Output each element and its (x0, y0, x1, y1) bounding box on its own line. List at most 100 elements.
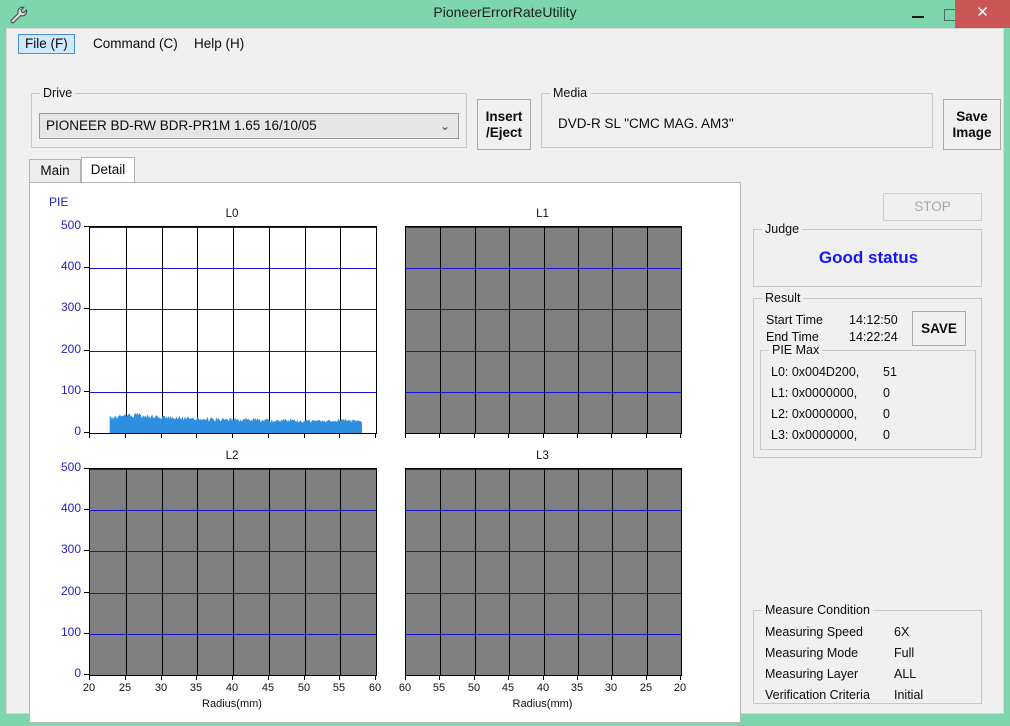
menu-item-help[interactable]: Help (H) (187, 34, 251, 54)
x-axis-tick-label: 45 (261, 682, 275, 694)
x-axis-tick (232, 675, 233, 680)
x-axis-tick (577, 433, 578, 438)
gridline-vertical (578, 469, 579, 675)
y-axis-title: PIE (49, 195, 69, 209)
app-window: PioneerErrorRateUtility ✕ File (F) Comma… (0, 0, 1010, 726)
pie-max-label: L3: 0x0000000, (771, 428, 858, 442)
gridline-vertical (509, 469, 510, 675)
minimize-button[interactable] (902, 0, 934, 28)
x-axis-tick (375, 433, 376, 438)
y-axis-tick-label: 300 (60, 300, 81, 314)
x-axis-tick-label: 45 (501, 682, 515, 694)
menu-item-file[interactable]: File (F) (18, 34, 75, 54)
x-axis-tick (439, 675, 440, 680)
chart-title: L3 (536, 450, 549, 462)
x-axis-tick (232, 433, 233, 438)
drive-select[interactable]: PIONEER BD-RW BDR-PR1M 1.65 16/10/05 ⌄ (39, 113, 459, 139)
gridline-vertical (647, 469, 648, 675)
y-axis-tick-label: 100 (60, 625, 81, 639)
menu-item-command[interactable]: Command (C) (86, 34, 185, 54)
y-axis-tick-label: 400 (60, 501, 81, 515)
x-axis-tick (646, 433, 647, 438)
pie-max-group: PIE Max L0: 0x004D200, 51 L1: 0x0000000, 0 L… (760, 343, 976, 450)
x-axis-tick (339, 675, 340, 680)
x-axis-tick-label: 60 (368, 682, 382, 694)
tab-main[interactable]: Main (29, 159, 81, 183)
chevron-down-icon: ⌄ (439, 119, 450, 133)
y-axis-tick-label: 200 (60, 342, 81, 356)
y-axis-tick (84, 308, 89, 309)
x-axis-tick (508, 433, 509, 438)
gridline-vertical (475, 227, 476, 433)
x-axis-tick (543, 675, 544, 680)
gridline-vertical (162, 469, 163, 675)
gridline-vertical (305, 469, 306, 675)
gridline-vertical (340, 469, 341, 675)
gridline-vertical (197, 469, 198, 675)
tab-detail[interactable]: Detail (81, 157, 135, 183)
gridline-vertical (440, 469, 441, 675)
x-axis-tick (161, 433, 162, 438)
measure-condition-row-value: Initial (894, 688, 924, 702)
pie-max-value: 0 (883, 407, 890, 421)
x-axis-tick (304, 433, 305, 438)
close-button[interactable]: ✕ (955, 0, 1010, 28)
x-axis-tick-label: 35 (189, 682, 203, 694)
x-axis-tick-label: 20 (82, 682, 96, 694)
judge-status: Good status (818, 248, 919, 267)
media-value: DVD-R SL "CMC MAG. AM3" (558, 116, 734, 131)
start-time-value: 14:12:50 (849, 313, 898, 327)
insert-eject-label-2: /Eject (485, 124, 523, 140)
gridline-vertical (233, 469, 234, 675)
x-axis-tick (125, 433, 126, 438)
y-axis-tick (84, 633, 89, 634)
drive-select-value: PIONEER BD-RW BDR-PR1M 1.65 16/10/05 (46, 118, 317, 133)
client-area: File (F) Command (C) Help (H) Drive PION… (6, 28, 1005, 723)
result-group-label: Result (762, 291, 804, 305)
end-time-value: 14:22:24 (849, 330, 898, 344)
stop-button[interactable]: STOP (883, 193, 982, 221)
x-axis-tick (474, 433, 475, 438)
gridline-vertical (647, 227, 648, 433)
x-axis-tick (646, 675, 647, 680)
x-axis-tick-label: 55 (332, 682, 346, 694)
measure-condition-row-label: Measuring Mode (765, 646, 859, 660)
close-icon: ✕ (976, 4, 989, 21)
x-axis-title: Radius(mm) (512, 698, 573, 710)
x-axis-tick-label: 25 (639, 682, 653, 694)
media-group: Media DVD-R SL "CMC MAG. AM3" (541, 86, 933, 148)
x-axis-tick-label: 55 (432, 682, 446, 694)
measure-condition-label: Measure Condition (762, 603, 873, 617)
x-axis-tick (508, 675, 509, 680)
chart-title: L0 (225, 208, 239, 220)
chart-title: L2 (225, 450, 239, 462)
x-axis-tick-label: 40 (536, 682, 550, 694)
x-axis-tick (577, 675, 578, 680)
media-group-label: Media (550, 86, 591, 100)
tab-strip: Main Detail (29, 157, 741, 183)
insert-eject-button[interactable]: Insert /Eject (477, 99, 531, 150)
x-axis-tick (268, 675, 269, 680)
x-axis-tick-label: 40 (225, 682, 239, 694)
judge-group-label: Judge (762, 222, 803, 236)
x-axis-tick (375, 675, 376, 680)
x-axis-tick (89, 675, 90, 680)
gridline-vertical (612, 227, 613, 433)
save-button[interactable]: SAVE (912, 311, 966, 346)
x-axis-tick-label: 30 (604, 682, 618, 694)
measure-condition-row-label: Measuring Layer (765, 667, 859, 681)
chart-plot-area (89, 468, 377, 676)
measure-condition-row-value: 6X (894, 625, 910, 639)
measure-condition-row-label: Verification Criteria (765, 688, 870, 702)
measure-condition-row-value: Full (894, 646, 915, 660)
start-time-label: Start Time (766, 313, 823, 327)
y-axis-tick-label: 0 (74, 424, 81, 438)
menu-bar: File (F) Command (C) Help (H) (7, 34, 1005, 58)
window-title: PioneerErrorRateUtility (433, 4, 577, 20)
insert-eject-label-1: Insert (485, 108, 523, 124)
y-axis-tick (84, 550, 89, 551)
x-axis-tick (543, 433, 544, 438)
title-bar: PioneerErrorRateUtility ✕ (0, 0, 1010, 28)
save-image-button[interactable]: Save Image (943, 99, 1001, 150)
x-axis-tick-label: 30 (154, 682, 168, 694)
